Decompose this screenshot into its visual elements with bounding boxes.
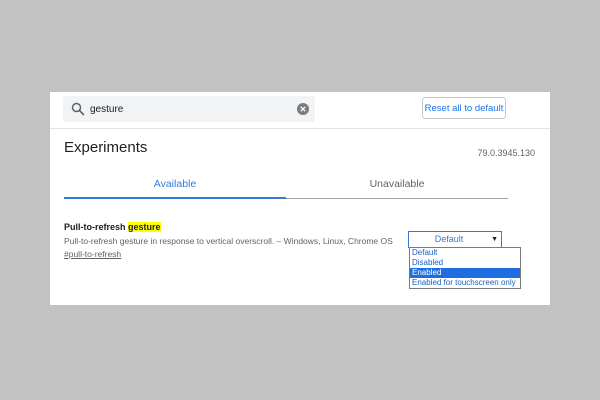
clear-icon[interactable]: [297, 103, 309, 115]
flag-permalink[interactable]: #pull-to-refresh: [64, 249, 121, 259]
flag-description: Pull-to-refresh gesture in response to v…: [64, 236, 393, 246]
option-enabled-touchscreen[interactable]: Enabled for touchscreen only: [410, 278, 520, 288]
search-icon: [71, 102, 85, 116]
dropdown-arrow-icon: ▼: [491, 236, 498, 243]
experiments-page: Reset all to default Experiments 79.0.39…: [50, 92, 550, 305]
search-input[interactable]: [90, 100, 290, 118]
option-disabled[interactable]: Disabled: [410, 258, 520, 268]
flag-title-text: Pull-to-refresh: [64, 222, 129, 232]
option-enabled[interactable]: Enabled: [410, 268, 520, 278]
page-title: Experiments: [64, 139, 148, 156]
option-default[interactable]: Default: [410, 248, 520, 258]
version-label: 79.0.3945.130: [477, 148, 535, 158]
flag-title: Pull-to-refresh gesture: [64, 222, 161, 232]
flag-state-select[interactable]: Default ▼: [408, 231, 502, 248]
search-match-highlight: gesture: [128, 222, 161, 232]
flag-options-list: Default Disabled Enabled Enabled for tou…: [409, 247, 521, 289]
header-divider: [50, 128, 550, 129]
select-value: Default: [434, 234, 464, 244]
active-tab-indicator: [64, 197, 286, 199]
tab-available[interactable]: Available: [64, 174, 286, 198]
reset-all-button[interactable]: Reset all to default: [422, 97, 506, 119]
tab-unavailable[interactable]: Unavailable: [286, 174, 508, 198]
search-box[interactable]: [63, 96, 315, 122]
tabs-divider: [286, 198, 508, 199]
